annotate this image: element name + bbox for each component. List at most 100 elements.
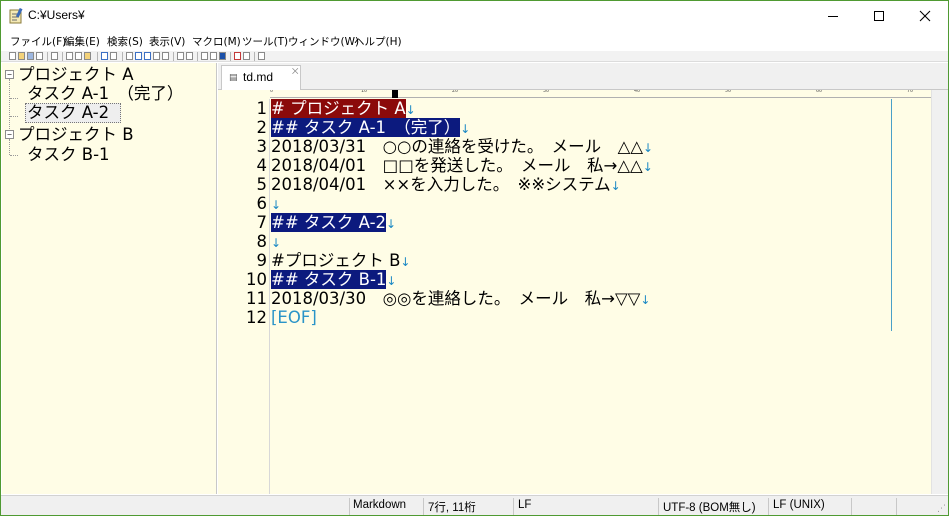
tab-close-icon[interactable]: ⨉ bbox=[292, 67, 298, 77]
body-text: #プロジェクト B bbox=[271, 251, 401, 270]
outline-item-task-b1[interactable]: タスク B-1 bbox=[27, 145, 110, 165]
copy-icon[interactable] bbox=[75, 52, 82, 60]
maximize-button[interactable] bbox=[856, 1, 902, 31]
print-icon[interactable] bbox=[51, 52, 58, 60]
maximize-icon bbox=[874, 11, 884, 21]
status-newline[interactable]: LF bbox=[518, 499, 531, 511]
grep-icon[interactable] bbox=[201, 52, 208, 60]
status-mode[interactable]: Markdown bbox=[353, 499, 406, 511]
menu-edit[interactable]: 編集(E) bbox=[64, 34, 100, 49]
status-separator bbox=[513, 498, 514, 515]
eof-marker: [EOF] bbox=[271, 308, 317, 327]
status-separator bbox=[658, 498, 659, 515]
newline-mark-icon: ↓ bbox=[386, 217, 397, 231]
body-text: 2018/04/01 □□を発送した。 メール 私→△△ bbox=[271, 156, 643, 175]
replace-icon[interactable] bbox=[153, 52, 160, 60]
menu-window[interactable]: ウィンドウ(W) bbox=[288, 34, 359, 49]
menu-macro[interactable]: マクロ(M) bbox=[192, 34, 241, 49]
toolbar-separator bbox=[197, 52, 198, 61]
vertical-scrollbar[interactable] bbox=[931, 90, 948, 494]
record-macro-icon[interactable] bbox=[234, 52, 241, 60]
save-file-icon[interactable] bbox=[27, 52, 34, 60]
body-text: 2018/03/31 ○○の連絡を受けた。 メール △△ bbox=[271, 137, 644, 156]
status-encoding[interactable]: UTF-8 (BOM無し) bbox=[663, 499, 756, 515]
collapse-toggle-icon[interactable]: − bbox=[5, 130, 14, 139]
status-separator bbox=[423, 498, 424, 515]
menu-help[interactable]: ヘルプ(H) bbox=[354, 34, 402, 49]
ruler-label: 10 bbox=[361, 90, 368, 94]
tree-line bbox=[10, 155, 18, 156]
find-icon[interactable] bbox=[126, 52, 133, 60]
menu-file[interactable]: ファイル(F) bbox=[10, 34, 66, 49]
text-line-8[interactable]: ↓ bbox=[271, 232, 281, 253]
ruler-label: 50 bbox=[725, 90, 732, 94]
find-next-icon[interactable] bbox=[144, 52, 151, 60]
outline-item-task-a2[interactable]: タスク A-2 bbox=[27, 103, 109, 123]
status-separator bbox=[349, 498, 350, 515]
ruler-label: 0 bbox=[270, 90, 274, 94]
close-button[interactable] bbox=[902, 1, 948, 31]
toolbar-separator bbox=[230, 52, 231, 61]
line-number-gutter: 1 2 3 4 5 6 7 8 9 10 11 12 bbox=[218, 99, 270, 494]
status-input-newline[interactable]: LF (UNIX) bbox=[773, 499, 825, 511]
status-cursor-position[interactable]: 7行, 11桁 bbox=[428, 499, 476, 515]
menu-bar: ファイル(F) 編集(E) 検索(S) 表示(V) マクロ(M) ツール(T) … bbox=[1, 33, 948, 50]
toolbar-separator bbox=[254, 52, 255, 61]
gutter-divider bbox=[269, 99, 270, 494]
outline-item-project-a[interactable]: プロジェクト A bbox=[18, 65, 134, 85]
menu-search[interactable]: 検索(S) bbox=[107, 34, 143, 49]
outline-panel[interactable]: − プロジェクト A タスク A-1 （完了） タスク A-2 − プロジェクト… bbox=[2, 63, 217, 494]
paste-icon[interactable] bbox=[84, 52, 91, 60]
text-line-4[interactable]: 2018/04/01 □□を発送した。 メール 私→△△↓ bbox=[271, 156, 653, 177]
tree-line bbox=[9, 139, 10, 155]
save-as-icon[interactable] bbox=[36, 52, 43, 60]
outline-item-project-b[interactable]: プロジェクト B bbox=[18, 125, 134, 145]
collapse-toggle-icon[interactable]: − bbox=[5, 70, 14, 79]
text-line-1[interactable]: # プロジェクト A↓ bbox=[271, 99, 416, 120]
minimize-button[interactable] bbox=[810, 1, 856, 31]
ruler-label: 70 bbox=[907, 90, 914, 94]
redo-icon[interactable] bbox=[110, 52, 117, 60]
find-prev-icon[interactable] bbox=[135, 52, 142, 60]
outline-item-task-a1[interactable]: タスク A-1 （完了） bbox=[27, 84, 183, 104]
open-file-icon[interactable] bbox=[18, 52, 25, 60]
text-line-5[interactable]: 2018/04/01 ××を入力した。 ※※システム↓ bbox=[271, 175, 621, 196]
text-line-12[interactable]: [EOF] bbox=[271, 308, 317, 327]
text-line-11[interactable]: 2018/03/30 ◎◎を連絡した。 メール 私→▽▽↓ bbox=[271, 289, 650, 310]
outline-toggle-icon[interactable] bbox=[219, 52, 226, 60]
line-number: 8 bbox=[256, 232, 268, 251]
run-macro-icon[interactable] bbox=[243, 52, 250, 60]
line-number: 10 bbox=[246, 270, 267, 289]
menu-view[interactable]: 表示(V) bbox=[149, 34, 185, 49]
text-line-9[interactable]: #プロジェクト B↓ bbox=[271, 251, 410, 272]
line-number: 12 bbox=[246, 308, 267, 327]
tab-td-md[interactable]: ▤ td.md ⨉ bbox=[221, 65, 301, 90]
text-line-7[interactable]: ## タスク A-2↓ bbox=[271, 213, 396, 234]
text-line-10[interactable]: ## タスク B-1↓ bbox=[271, 270, 396, 291]
newline-mark-icon: ↓ bbox=[386, 274, 397, 288]
jump-icon[interactable] bbox=[177, 52, 184, 60]
settings-icon[interactable] bbox=[258, 52, 265, 60]
status-separator bbox=[768, 498, 769, 515]
highlight-clear-icon[interactable] bbox=[162, 52, 169, 60]
notepad-app-icon bbox=[9, 8, 23, 24]
outline-icon[interactable] bbox=[186, 52, 193, 60]
title-bar[interactable]: C:¥Users¥ bbox=[1, 1, 948, 31]
line-number: 1 bbox=[256, 99, 268, 118]
new-file-icon[interactable] bbox=[9, 52, 16, 60]
line-number: 11 bbox=[246, 289, 267, 308]
cut-icon[interactable] bbox=[66, 52, 73, 60]
tree-line bbox=[10, 116, 18, 117]
menu-tools[interactable]: ツール(T) bbox=[242, 34, 288, 49]
toolbar bbox=[1, 51, 948, 62]
text-line-2[interactable]: ## タスク A-1 （完了）↓ bbox=[271, 118, 470, 139]
document-icon: ▤ bbox=[229, 73, 238, 83]
text-line-3[interactable]: 2018/03/31 ○○の連絡を受けた。 メール △△↓ bbox=[271, 137, 653, 158]
line-number: 9 bbox=[256, 251, 268, 270]
compare-icon[interactable] bbox=[210, 52, 217, 60]
line-number: 5 bbox=[256, 175, 268, 194]
editor-area[interactable]: 0 10 20 30 40 50 60 70 1 2 3 4 5 6 7 8 9… bbox=[218, 90, 931, 494]
text-line-6[interactable]: ↓ bbox=[271, 194, 281, 215]
resize-grip-icon[interactable]: ⋰ bbox=[937, 504, 946, 514]
undo-icon[interactable] bbox=[101, 52, 108, 60]
